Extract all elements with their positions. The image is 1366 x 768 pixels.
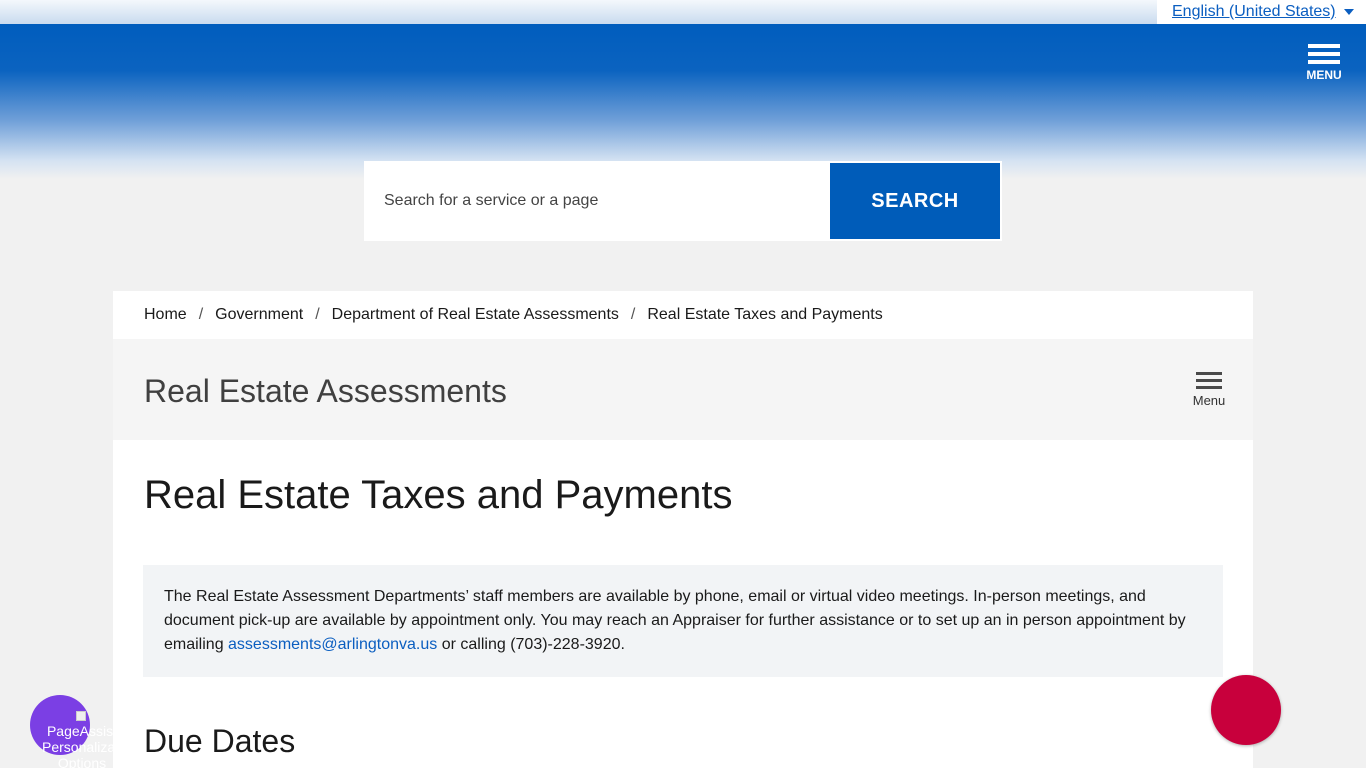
- content-card: Home / Government / Department of Real E…: [113, 291, 1253, 768]
- main-menu-label[interactable]: MENU: [1304, 68, 1344, 82]
- due-dates-heading: Due Dates: [144, 723, 296, 759]
- page-title: Real Estate Taxes and Payments: [144, 473, 733, 517]
- breadcrumb-home[interactable]: Home: [144, 306, 187, 324]
- section-header: Real Estate Assessments Menu: [113, 339, 1253, 440]
- section-menu-button[interactable]: Menu: [1189, 372, 1229, 408]
- search-button[interactable]: SEARCH: [830, 163, 1000, 239]
- main-menu-button[interactable]: MENU: [1304, 44, 1344, 82]
- broken-image-icon: [76, 711, 86, 722]
- header-banner: MENU: [0, 24, 1366, 179]
- breadcrumb-department[interactable]: Department of Real Estate Assessments: [332, 306, 619, 324]
- section-title[interactable]: Real Estate Assessments: [144, 373, 507, 410]
- notice-box: The Real Estate Assessment Departments’ …: [143, 565, 1223, 677]
- language-selector[interactable]: English (United States): [1157, 0, 1366, 24]
- breadcrumb-current[interactable]: Real Estate Taxes and Payments: [647, 306, 882, 324]
- page-assist-label[interactable]: PageAssist Personalization Options: [42, 707, 122, 768]
- search-bar: SEARCH: [364, 161, 1002, 241]
- notice-text-end: or calling (703)-228-3920.: [437, 636, 625, 653]
- caret-down-icon[interactable]: [1343, 9, 1354, 15]
- language-label[interactable]: English (United States): [1172, 3, 1336, 21]
- search-input[interactable]: [364, 162, 830, 240]
- breadcrumb-separator: /: [630, 306, 636, 323]
- chat-icon[interactable]: [1211, 675, 1281, 745]
- email-link[interactable]: assessments@arlingtonva.us: [228, 636, 437, 653]
- section-menu-label[interactable]: Menu: [1189, 393, 1229, 408]
- breadcrumb-separator: /: [315, 306, 320, 323]
- breadcrumb-government[interactable]: Government: [215, 306, 303, 324]
- top-utility-bar: English (United States): [0, 0, 1366, 24]
- hamburger-icon[interactable]: [1189, 372, 1229, 389]
- breadcrumb-separator: /: [198, 306, 204, 323]
- hamburger-icon[interactable]: [1304, 44, 1344, 64]
- breadcrumb: Home / Government / Department of Real E…: [113, 291, 1253, 339]
